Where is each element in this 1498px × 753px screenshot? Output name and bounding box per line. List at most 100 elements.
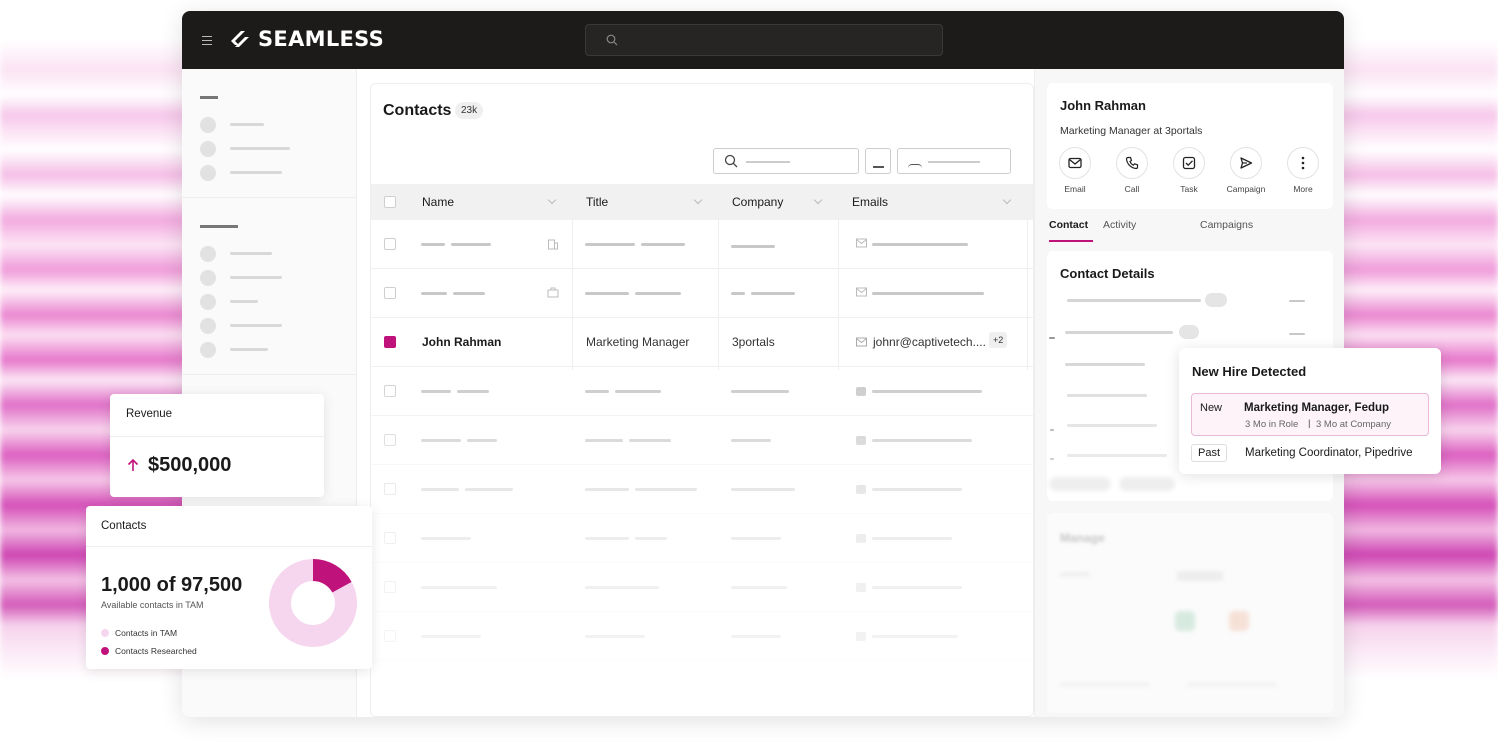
sidebar-item[interactable] xyxy=(200,113,290,137)
brand-logo[interactable]: SEAMLESS xyxy=(228,27,384,51)
mail-icon xyxy=(856,287,867,297)
table-row[interactable] xyxy=(371,220,1033,269)
card-label: Contacts xyxy=(101,520,147,532)
count-badge: 23k xyxy=(455,102,484,119)
select-all-checkbox[interactable] xyxy=(384,196,396,208)
column-header-title[interactable]: Title xyxy=(586,195,608,209)
email-action-button[interactable]: Email xyxy=(1058,147,1092,194)
sidebar-item[interactable] xyxy=(200,137,290,161)
contacts-panel: Contacts 23k Name Title Company Emails J… xyxy=(370,83,1034,717)
legend-label: Contacts in TAM xyxy=(115,628,178,638)
chevron-down-icon[interactable] xyxy=(813,195,823,205)
new-hire-card[interactable]: New Hire Detected New Marketing Manager,… xyxy=(1179,348,1441,474)
sidebar-item[interactable] xyxy=(200,290,282,314)
sidebar-item[interactable] xyxy=(200,242,282,266)
section-title: Contact Details xyxy=(1060,266,1155,281)
new-role: Marketing Manager, Fedup xyxy=(1244,402,1390,414)
brand-name: SEAMLESS xyxy=(258,27,385,51)
table-row[interactable] xyxy=(371,269,1033,318)
column-header-name[interactable]: Name xyxy=(422,195,454,209)
task-check-icon xyxy=(1182,156,1196,170)
row-checkbox[interactable] xyxy=(384,287,396,299)
legend-swatch xyxy=(101,629,109,637)
logo-mark-icon xyxy=(231,31,249,47)
mail-icon xyxy=(856,337,867,347)
top-bar: SEAMLESS xyxy=(182,11,1344,69)
legend-item: Contacts in TAM xyxy=(101,628,177,638)
detail-tabs: Contact Activity Campaigns xyxy=(1035,217,1344,243)
more-action-button[interactable]: More xyxy=(1286,147,1320,194)
mail-icon xyxy=(1068,157,1082,169)
card-label: Revenue xyxy=(126,408,173,420)
more-emails-badge[interactable]: +2 xyxy=(989,332,1008,348)
active-tab-indicator xyxy=(1049,240,1093,242)
past-tag: Past xyxy=(1191,444,1228,462)
arrow-up-icon xyxy=(127,458,139,471)
sidebar-item[interactable] xyxy=(200,161,290,185)
send-icon xyxy=(1240,157,1253,169)
past-role: Marketing Coordinator, Pipedrive xyxy=(1245,447,1413,459)
legend-swatch xyxy=(101,647,109,655)
revenue-value: $500,000 xyxy=(148,454,232,476)
company-duration: 3 Mo at Company xyxy=(1316,419,1391,430)
page-title: Contacts xyxy=(383,102,452,119)
contacts-value: 1,000 of 97,500 xyxy=(101,574,243,596)
meta-separator: | xyxy=(1308,418,1311,429)
more-vertical-icon xyxy=(1301,156,1305,170)
contact-name[interactable]: John Rahman xyxy=(422,335,501,349)
contact-company[interactable]: 3portals xyxy=(732,335,775,349)
revenue-card: Revenue $500,000 xyxy=(110,394,324,497)
sidebar-group-heading xyxy=(200,225,238,228)
toolbar-button[interactable] xyxy=(865,148,891,174)
tab-contact[interactable]: Contact xyxy=(1049,219,1088,231)
table-row-selected[interactable]: John Rahman Marketing Manager 3portals j… xyxy=(371,318,1033,367)
sidebar-item[interactable] xyxy=(200,266,282,290)
new-role-block: New Marketing Manager, Fedup 3 Mo in Rol… xyxy=(1191,393,1429,436)
sidebar-item[interactable] xyxy=(200,314,282,338)
sidebar-item[interactable] xyxy=(200,338,282,362)
legend-label: Contacts Researched xyxy=(115,646,197,656)
column-header-company[interactable]: Company xyxy=(732,195,783,209)
action-label: Call xyxy=(1124,184,1140,194)
toolbar-dropdown[interactable] xyxy=(897,148,1011,174)
action-label: More xyxy=(1293,184,1313,194)
divider xyxy=(86,546,372,547)
task-action-button[interactable]: Task xyxy=(1172,147,1206,194)
legend-item: Contacts Researched xyxy=(101,646,197,656)
table-search-input[interactable] xyxy=(713,148,859,174)
briefcase-icon xyxy=(547,287,559,298)
tab-campaigns[interactable]: Campaigns xyxy=(1200,219,1253,231)
table-header: Name Title Company Emails xyxy=(371,184,1033,220)
divider xyxy=(110,436,324,437)
card-title: New Hire Detected xyxy=(1192,364,1307,379)
chevron-down-icon[interactable] xyxy=(693,195,703,205)
row-checkbox[interactable] xyxy=(384,238,396,250)
hamburger-icon[interactable] xyxy=(202,33,214,47)
action-label: Task xyxy=(1180,184,1198,194)
contacts-donut-chart xyxy=(269,559,357,647)
sidebar-group-1 xyxy=(200,96,290,185)
global-search-input[interactable] xyxy=(585,24,943,56)
contacts-stats-card: Contacts 1,000 of 97,500 Available conta… xyxy=(86,506,372,669)
chevron-down-icon[interactable] xyxy=(1002,195,1012,205)
phone-icon xyxy=(1125,156,1139,170)
building-icon xyxy=(548,239,558,250)
chevron-down-icon[interactable] xyxy=(547,195,557,205)
sidebar-group-2 xyxy=(200,225,282,362)
profile-name: John Rahman xyxy=(1060,98,1146,113)
search-icon xyxy=(724,154,738,168)
row-checkbox-checked[interactable] xyxy=(384,336,396,348)
contact-title: Marketing Manager xyxy=(586,335,690,349)
sidebar-divider xyxy=(182,197,357,198)
call-action-button[interactable]: Call xyxy=(1115,147,1149,194)
role-duration: 3 Mo in Role xyxy=(1245,419,1299,430)
campaign-action-button[interactable]: Campaign xyxy=(1227,147,1265,194)
tab-activity[interactable]: Activity xyxy=(1103,219,1136,231)
new-tag: New xyxy=(1200,402,1223,414)
sidebar-group-heading xyxy=(200,96,218,99)
column-header-emails[interactable]: Emails xyxy=(852,195,888,209)
contacts-subtitle: Available contacts in TAM xyxy=(101,600,204,610)
manage-card: Manage xyxy=(1047,513,1333,713)
section-title: Manage xyxy=(1060,531,1105,545)
contact-email[interactable]: johnr@captivetech.... xyxy=(873,335,986,349)
